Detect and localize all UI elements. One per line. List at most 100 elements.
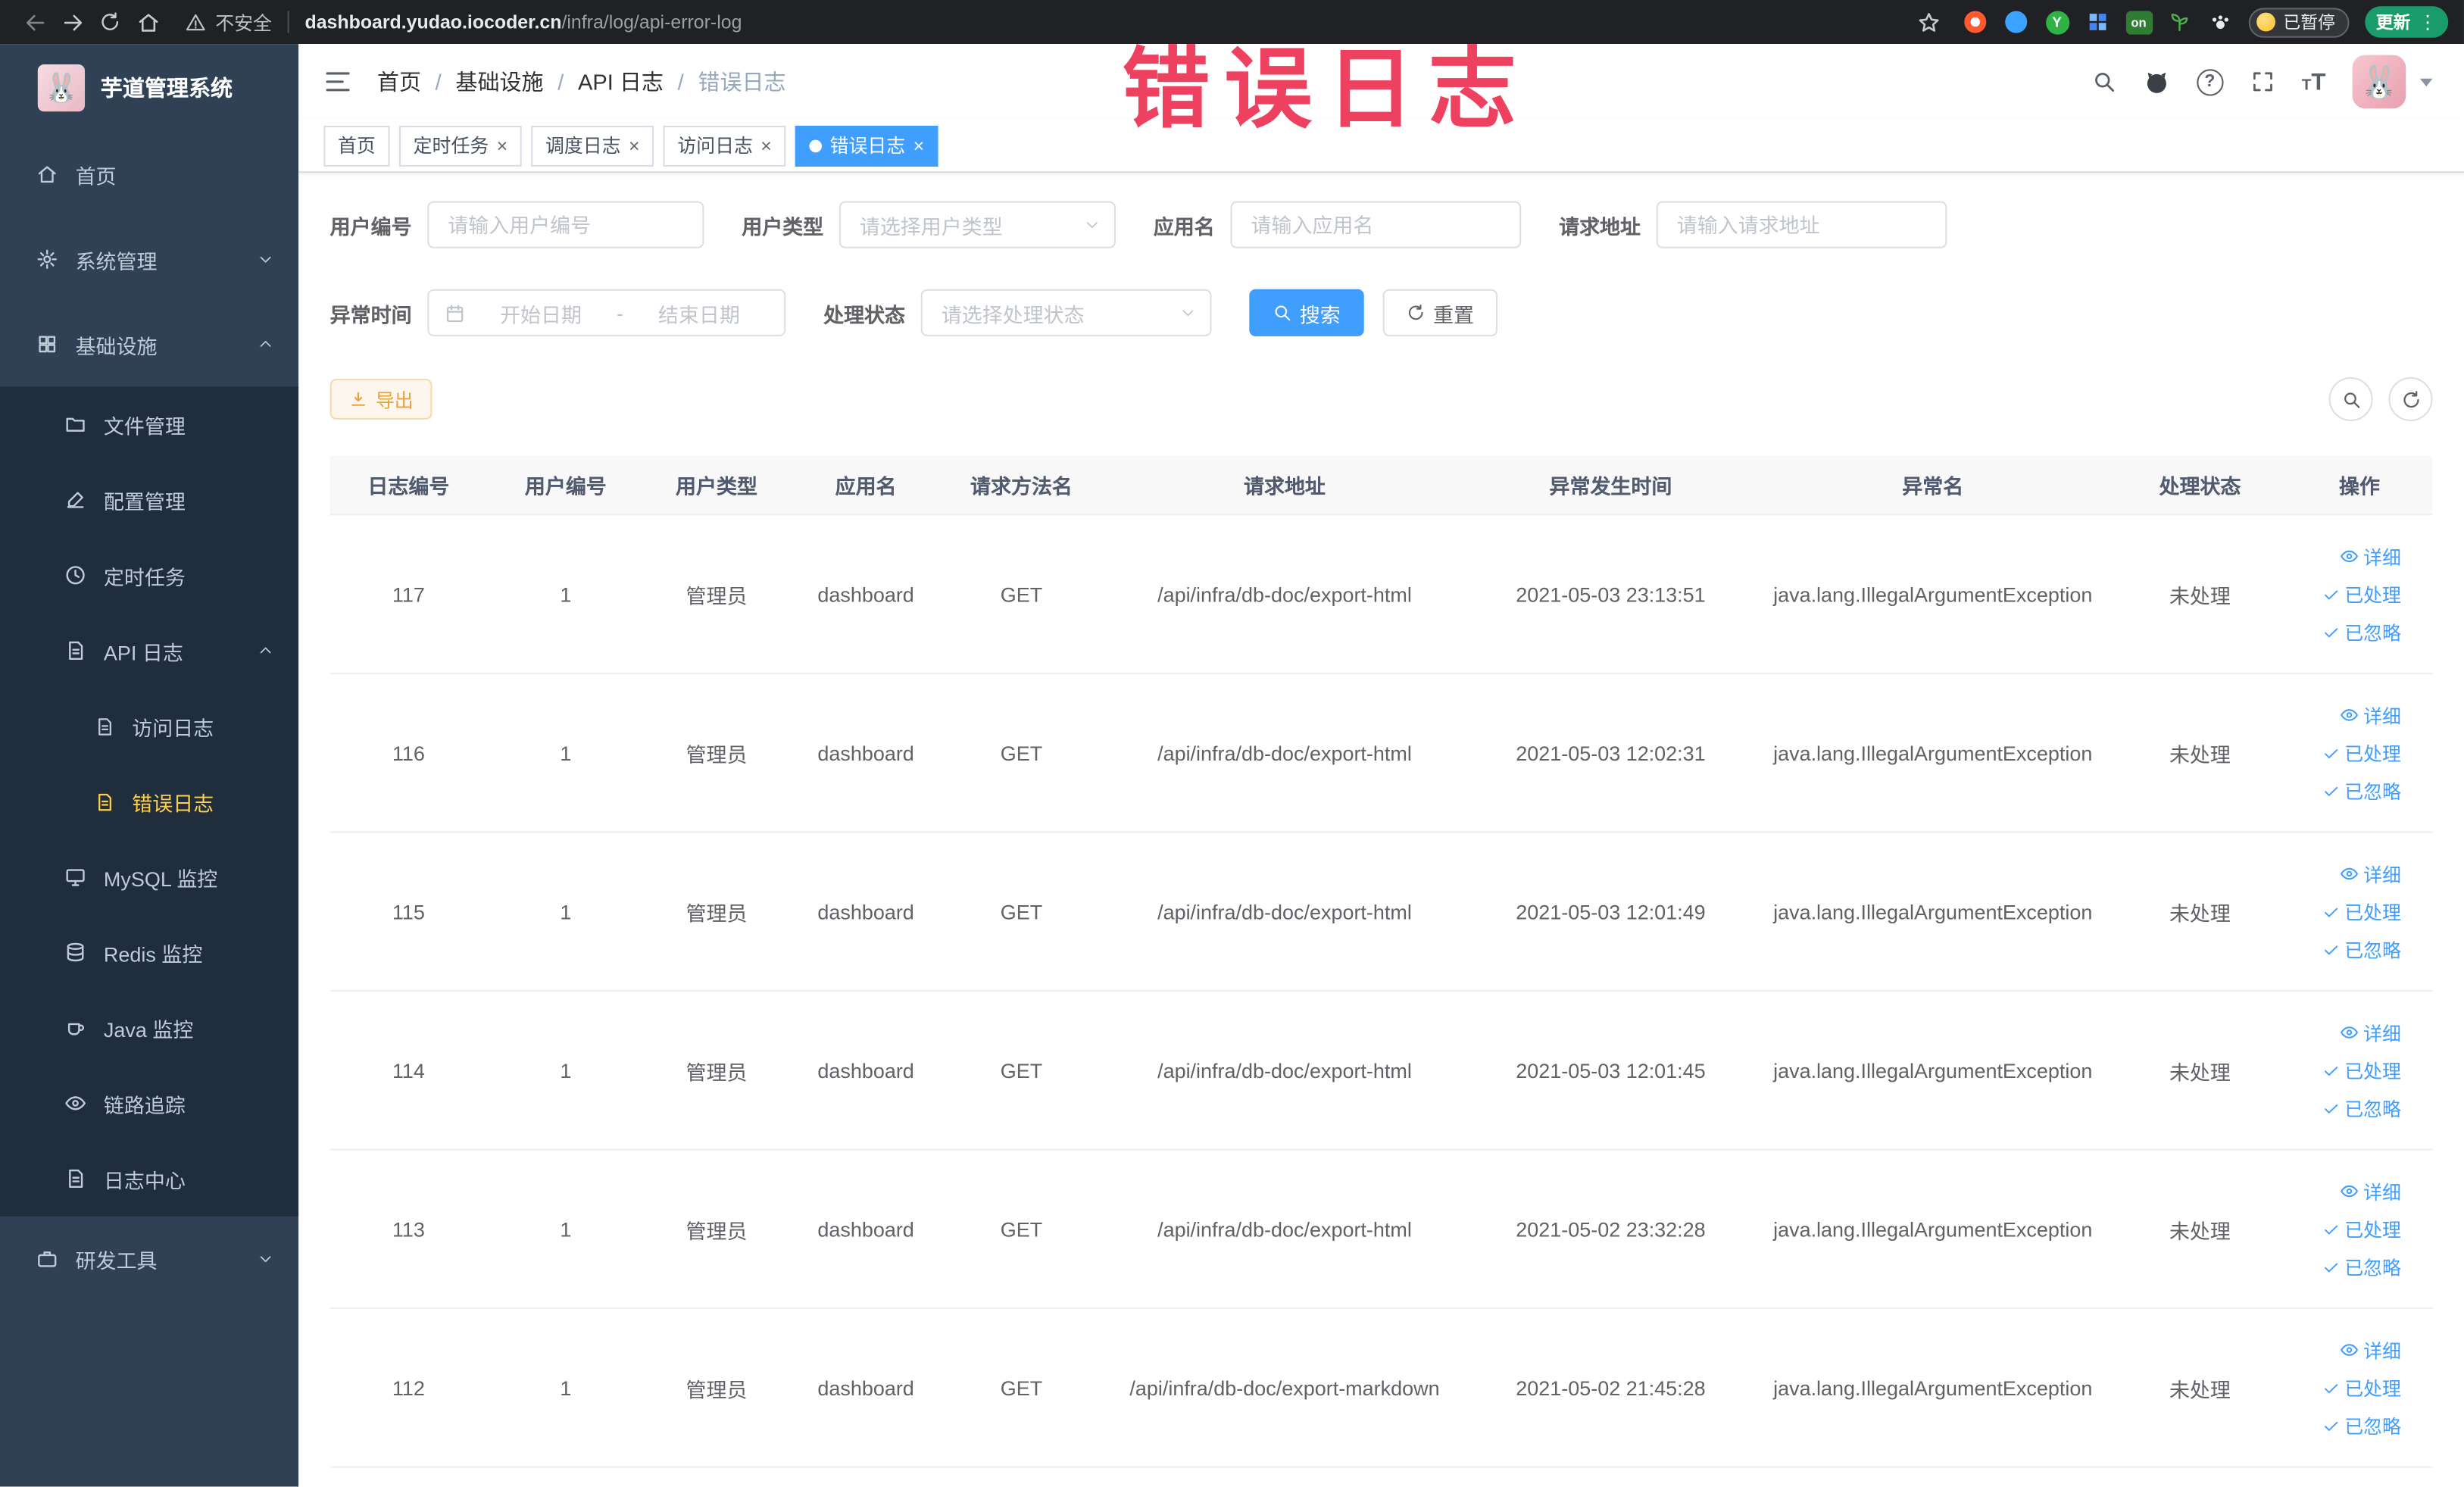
table-row: 112 1 管理员 dashboard GET /api/infra/db-do… — [329, 1309, 2433, 1468]
extension-green-icon[interactable]: Y — [2044, 9, 2069, 34]
bookmark-star-icon[interactable] — [1910, 3, 1947, 41]
detail-link[interactable]: 详细 — [2340, 543, 2401, 570]
close-tab-icon[interactable]: × — [497, 136, 508, 155]
ignored-link[interactable]: 已忽略 — [2322, 618, 2401, 645]
refresh-button[interactable] — [2388, 376, 2433, 421]
breadcrumb-infrastructure[interactable]: 基础设施 — [455, 66, 543, 97]
tab-home[interactable]: 首页 — [323, 124, 390, 166]
request-url-input[interactable] — [1656, 201, 1947, 248]
close-tab-icon[interactable]: × — [913, 136, 925, 155]
tab-label: 错误日志 — [829, 135, 906, 158]
detail-link[interactable]: 详细 — [2340, 1178, 2401, 1204]
cell-app-name: dashboard — [817, 899, 914, 923]
extension-leaf-icon[interactable] — [2167, 9, 2192, 34]
reset-button[interactable]: 重置 — [1382, 289, 1498, 336]
github-icon[interactable] — [2143, 68, 2169, 95]
processed-link[interactable]: 已处理 — [2322, 1057, 2401, 1083]
close-tab-icon[interactable]: × — [629, 136, 640, 155]
avatar[interactable]: 🐰 — [2352, 55, 2406, 109]
processed-link[interactable]: 已处理 — [2322, 1374, 2401, 1401]
extension-paw-icon[interactable] — [2208, 9, 2233, 34]
app-name-input[interactable] — [1230, 201, 1522, 248]
search-icon[interactable] — [2091, 69, 2116, 94]
chevron-down-icon[interactable] — [2419, 77, 2433, 86]
tab-dispatch-log[interactable]: 调度日志 × — [531, 124, 654, 166]
address-bar[interactable]: 不安全 — [186, 8, 272, 35]
sidebar-item-access-log[interactable]: 访问日志 — [0, 688, 299, 764]
reload-icon[interactable] — [91, 3, 129, 41]
extension-blue-icon[interactable] — [2003, 9, 2028, 34]
tab-access-log[interactable]: 访问日志 × — [663, 124, 786, 166]
sidebar-item-home[interactable]: 首页 — [0, 132, 298, 217]
extension-grid-icon[interactable] — [2085, 9, 2110, 34]
cell-request-url: /api/infra/db-doc/export-html — [1157, 1217, 1412, 1241]
breadcrumb-api-log[interactable]: API 日志 — [578, 66, 664, 97]
col-actions: 操作 — [2339, 474, 2380, 498]
filter-label: 用户类型 — [742, 214, 824, 239]
sidebar-item-mysql-monitor[interactable]: MySQL 监控 — [0, 839, 299, 915]
home-icon[interactable] — [129, 3, 167, 41]
chevron-down-icon — [258, 1251, 273, 1267]
sidebar-item-api-log[interactable]: API 日志 — [0, 613, 299, 689]
sidebar-item-scheduled-tasks[interactable]: 定时任务 — [0, 537, 299, 614]
sidebar-item-infrastructure[interactable]: 基础设施 — [0, 301, 298, 386]
font-size-icon[interactable]: TT — [2302, 70, 2326, 93]
forward-icon[interactable] — [54, 3, 92, 41]
app-logo[interactable]: 🐰 芋道管理系统 — [0, 44, 298, 132]
export-button[interactable]: 导出 — [329, 378, 433, 420]
cell-exception-time: 2021-05-02 21:45:28 — [1516, 1376, 1706, 1400]
process-status-select[interactable]: 请选择处理状态 — [920, 289, 1212, 336]
cell-status: 未处理 — [2169, 901, 2231, 925]
close-tab-icon[interactable]: × — [760, 136, 772, 155]
detail-link[interactable]: 详细 — [2340, 701, 2401, 728]
hamburger-icon[interactable] — [323, 67, 351, 95]
ignored-link[interactable]: 已忽略 — [2322, 777, 2401, 804]
home-icon — [35, 164, 60, 186]
fullscreen-icon[interactable] — [2250, 69, 2275, 94]
detail-link[interactable]: 详细 — [2340, 1336, 2401, 1363]
search-button[interactable]: 搜索 — [1249, 289, 1364, 336]
table-row: 113 1 管理员 dashboard GET /api/infra/db-do… — [329, 1151, 2433, 1310]
sidebar-item-config-management[interactable]: 配置管理 — [0, 461, 299, 538]
sidebar-item-file-management[interactable]: 文件管理 — [0, 386, 299, 462]
paused-label: 已暂停 — [2283, 14, 2335, 33]
cell-app-name: dashboard — [817, 1376, 914, 1400]
processed-link[interactable]: 已处理 — [2322, 581, 2401, 608]
ignored-link[interactable]: 已忽略 — [2322, 1412, 2401, 1439]
sidebar-item-log-center[interactable]: 日志中心 — [0, 1141, 299, 1217]
url-text[interactable]: dashboard.yudao.iocoder.cn/infra/log/api… — [305, 11, 742, 33]
processed-link[interactable]: 已处理 — [2322, 898, 2401, 925]
tab-error-log[interactable]: 错误日志 × — [795, 124, 938, 166]
cell-method: GET — [1000, 899, 1043, 923]
detail-link[interactable]: 详细 — [2340, 861, 2401, 887]
cell-exception-name: java.lang.IllegalArgumentException — [1773, 1376, 2093, 1400]
sidebar-item-java-monitor[interactable]: Java 监控 — [0, 989, 299, 1066]
ignored-link[interactable]: 已忽略 — [2322, 1095, 2401, 1121]
back-icon[interactable] — [16, 3, 54, 41]
date-range-picker[interactable]: 开始日期 - 结束日期 — [427, 289, 786, 336]
sidebar-item-error-log[interactable]: 错误日志 — [0, 764, 299, 839]
cell-exception-name: java.lang.IllegalArgumentException — [1773, 1058, 2093, 1082]
processed-link[interactable]: 已处理 — [2322, 739, 2401, 766]
breadcrumb-home[interactable]: 首页 — [377, 66, 421, 97]
ignored-link[interactable]: 已忽略 — [2322, 1253, 2401, 1279]
paused-extension-chip[interactable]: 已暂停 — [2248, 7, 2350, 37]
user-type-select[interactable]: 请选择用户类型 — [839, 201, 1116, 248]
toggle-search-button[interactable] — [2328, 376, 2373, 421]
sidebar-item-tracing[interactable]: 链路追踪 — [0, 1065, 299, 1142]
sidebar-item-redis-monitor[interactable]: Redis 监控 — [0, 914, 299, 990]
detail-link[interactable]: 详细 — [2340, 1019, 2401, 1045]
table-row: 116 1 管理员 dashboard GET /api/infra/db-do… — [329, 674, 2433, 833]
processed-link[interactable]: 已处理 — [2322, 1216, 2401, 1242]
sidebar-item-system[interactable]: 系统管理 — [0, 217, 298, 301]
tab-scheduled-tasks[interactable]: 定时任务 × — [398, 124, 522, 166]
extension-on-icon[interactable]: on — [2125, 9, 2153, 34]
chrome-update-button[interactable]: 更新 ⋮ — [2365, 6, 2449, 38]
user-id-input[interactable] — [427, 201, 704, 248]
extension-red-icon[interactable] — [1963, 9, 1988, 34]
grid-icon — [35, 333, 60, 355]
help-icon[interactable]: ? — [2196, 68, 2223, 95]
cell-app-name: dashboard — [817, 1217, 914, 1241]
sidebar-item-dev-tools[interactable]: 研发工具 — [0, 1217, 298, 1301]
ignored-link[interactable]: 已忽略 — [2322, 936, 2401, 962]
